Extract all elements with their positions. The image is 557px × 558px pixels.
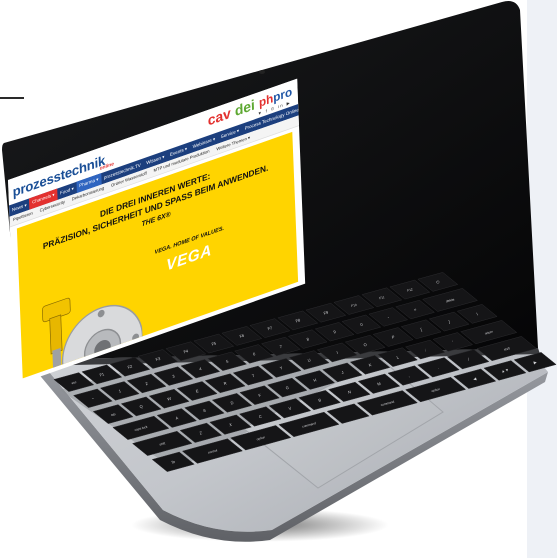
camera — [259, 70, 265, 74]
cav-logo[interactable]: cav — [207, 106, 231, 130]
scene: esc F1 F2 F3 F4 F5 F6 F7 F8 F9 F10 F11 F12 ⏻ ~1 2 3 4 5 6 7 8… — [0, 0, 557, 558]
dei-logo[interactable]: dei — [235, 97, 256, 120]
